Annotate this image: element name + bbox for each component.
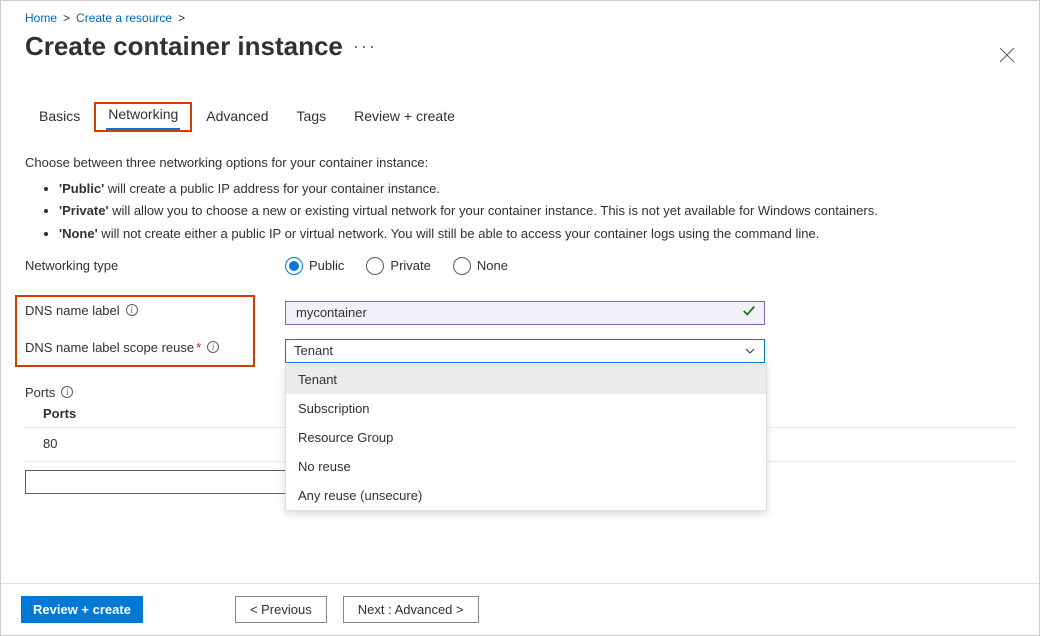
radio-none-circle — [453, 257, 471, 275]
networking-type-label: Networking type — [25, 258, 285, 273]
tab-networking[interactable]: Networking — [94, 102, 192, 132]
tabs: Basics Networking Advanced Tags Review +… — [25, 102, 1015, 132]
dropdown-option-resource-group[interactable]: Resource Group — [286, 423, 766, 452]
title-more-button[interactable]: ··· — [353, 36, 377, 57]
ports-label: Ports — [25, 385, 285, 400]
breadcrumb-sep: > — [63, 11, 70, 25]
close-icon — [999, 47, 1015, 63]
dns-scope-label: DNS name label scope reuse * — [25, 340, 219, 355]
dropdown-option-any-reuse[interactable]: Any reuse (unsecure) — [286, 481, 766, 510]
radio-public-label: Public — [309, 258, 344, 273]
dns-scope-value: Tenant — [294, 343, 333, 358]
dns-name-label-input[interactable] — [294, 304, 742, 321]
previous-button[interactable]: < Previous — [235, 596, 327, 623]
radio-private-circle — [366, 257, 384, 275]
radio-none-label: None — [477, 258, 508, 273]
radio-none[interactable]: None — [453, 257, 508, 275]
tab-tags[interactable]: Tags — [283, 102, 341, 132]
next-button[interactable]: Next : Advanced > — [343, 596, 479, 623]
bullet-none: 'None' will not create either a public I… — [59, 225, 1015, 243]
dropdown-option-subscription[interactable]: Subscription — [286, 394, 766, 423]
check-icon — [742, 304, 756, 321]
dns-scope-dropdown: Tenant Subscription Resource Group No re… — [285, 364, 767, 511]
close-button[interactable] — [999, 47, 1017, 65]
required-asterisk: * — [196, 340, 201, 355]
page-title: Create container instance — [25, 31, 343, 62]
chevron-down-icon — [744, 345, 756, 357]
breadcrumb-home[interactable]: Home — [25, 11, 57, 25]
radio-public-circle — [285, 257, 303, 275]
networking-description: Choose between three networking options … — [25, 154, 1015, 243]
dns-highlight-box: DNS name label DNS name label scope reus… — [15, 295, 255, 367]
info-icon[interactable] — [61, 386, 73, 398]
radio-public[interactable]: Public — [285, 257, 344, 275]
bullet-private: 'Private' will allow you to choose a new… — [59, 202, 1015, 220]
footer: Review + create < Previous Next : Advanc… — [1, 583, 1039, 635]
tab-basics[interactable]: Basics — [25, 102, 94, 132]
intro-text: Choose between three networking options … — [25, 154, 1015, 172]
breadcrumb-create-resource[interactable]: Create a resource — [76, 11, 172, 25]
tab-advanced[interactable]: Advanced — [192, 102, 282, 132]
networking-type-radios: Public Private None — [285, 257, 508, 275]
dropdown-option-no-reuse[interactable]: No reuse — [286, 452, 766, 481]
radio-private-label: Private — [390, 258, 430, 273]
radio-private[interactable]: Private — [366, 257, 430, 275]
dns-name-label-input-wrap[interactable] — [285, 301, 765, 325]
breadcrumb: Home > Create a resource > — [25, 11, 1015, 25]
dropdown-option-tenant[interactable]: Tenant — [286, 365, 766, 394]
dns-name-label-label: DNS name label — [25, 303, 138, 318]
info-icon[interactable] — [207, 341, 219, 353]
tab-review[interactable]: Review + create — [340, 102, 469, 132]
review-create-button[interactable]: Review + create — [21, 596, 143, 623]
dns-scope-select[interactable]: Tenant Tenant Subscription Resource Grou… — [285, 339, 765, 363]
bullet-public: 'Public' will create a public IP address… — [59, 180, 1015, 198]
info-icon[interactable] — [126, 304, 138, 316]
breadcrumb-sep-2: > — [178, 11, 185, 25]
